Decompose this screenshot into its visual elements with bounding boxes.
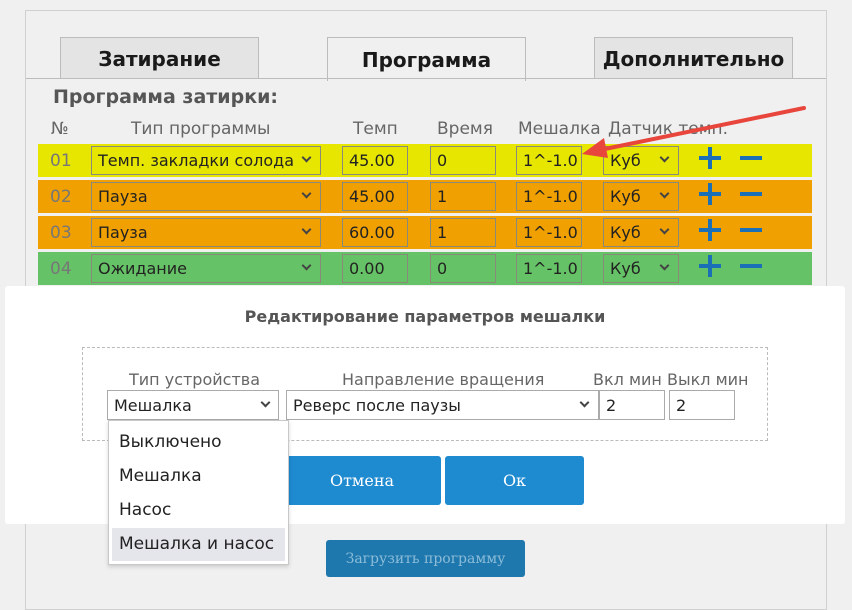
off-minutes-input[interactable]: 2: [669, 390, 735, 420]
row-number: 01: [50, 151, 72, 171]
tab-divider: [26, 78, 826, 79]
mixer-input[interactable]: 1^-1.0: [516, 146, 582, 175]
sensor-value: Куб: [610, 187, 641, 206]
plus-icon[interactable]: [699, 183, 721, 205]
chevron-down-icon: [659, 224, 670, 235]
option-pump[interactable]: Насос: [112, 494, 285, 527]
direction-value: Реверс после паузы: [293, 396, 461, 415]
temp-input[interactable]: 45.00: [342, 146, 408, 175]
time-input[interactable]: 0: [430, 254, 496, 283]
sensor-value: Куб: [610, 259, 641, 278]
header-temp: Темп: [353, 119, 398, 139]
chevron-down-icon: [301, 224, 312, 235]
on-minutes-label: Вкл мин: [593, 370, 662, 389]
tab-mashing[interactable]: Затирание: [60, 37, 259, 79]
red-arrow-annotation: [582, 106, 806, 158]
minus-icon[interactable]: [740, 219, 762, 241]
dialog-title: Редактирование параметров мешалки: [244, 307, 606, 326]
plus-icon[interactable]: [699, 219, 721, 241]
cancel-button[interactable]: Отмена: [283, 456, 441, 505]
sensor-select[interactable]: Куб: [603, 254, 679, 283]
sensor-select[interactable]: Куб: [603, 218, 679, 247]
time-input[interactable]: 0: [430, 146, 496, 175]
row-number: 04: [50, 259, 72, 279]
tab-additional[interactable]: Дополнительно: [594, 37, 793, 79]
program-type-value: Ожидание: [98, 259, 187, 278]
program-type-select[interactable]: Ожидание: [91, 254, 321, 283]
on-minutes-input[interactable]: 2: [599, 390, 665, 420]
program-type-value: Пауза: [98, 187, 148, 206]
option-mixer[interactable]: Мешалка: [112, 460, 285, 493]
option-mixer-and-pump[interactable]: Мешалка и насос: [112, 528, 285, 561]
device-type-value: Мешалка: [114, 396, 192, 415]
table-row: 02 Пауза 45.00 1 1^-1.0 Куб: [38, 180, 812, 213]
chevron-down-icon: [301, 260, 312, 271]
off-minutes-label: Выкл мин: [667, 370, 749, 389]
program-type-select[interactable]: Темп. закладки солода: [91, 146, 321, 175]
row-number: 03: [50, 223, 72, 243]
mixer-input[interactable]: 1^-1.0: [516, 218, 582, 247]
program-type-value: Темп. закладки солода: [98, 151, 295, 170]
minus-icon[interactable]: [740, 255, 762, 277]
program-type-select[interactable]: Пауза: [91, 182, 321, 211]
option-off[interactable]: Выключено: [112, 426, 285, 459]
chevron-down-icon: [579, 397, 590, 408]
tab-program[interactable]: Программа: [327, 37, 526, 81]
temp-input[interactable]: 45.00: [342, 182, 408, 211]
tab-bar: Затирание Программа Дополнительно: [26, 11, 826, 81]
device-type-label: Тип устройства: [129, 370, 260, 389]
table-row: 03 Пауза 60.00 1 1^-1.0 Куб: [38, 216, 812, 249]
time-input[interactable]: 1: [430, 182, 496, 211]
mixer-input[interactable]: 1^-1.0: [516, 254, 582, 283]
mixer-input[interactable]: 1^-1.0: [516, 182, 582, 211]
sensor-value: Куб: [610, 223, 641, 242]
chevron-down-icon: [301, 188, 312, 199]
section-title: Программа затирки:: [53, 86, 278, 108]
chevron-down-icon: [301, 152, 312, 163]
device-type-select[interactable]: Мешалка: [107, 390, 279, 420]
direction-label: Направление вращения: [342, 370, 545, 389]
program-type-select[interactable]: Пауза: [91, 218, 321, 247]
temp-input[interactable]: 0.00: [342, 254, 408, 283]
sensor-select[interactable]: Куб: [603, 182, 679, 211]
header-program-type: Тип программы: [131, 119, 271, 139]
time-input[interactable]: 1: [430, 218, 496, 247]
temp-input[interactable]: 60.00: [342, 218, 408, 247]
chevron-down-icon: [659, 260, 670, 271]
minus-icon[interactable]: [740, 183, 762, 205]
row-number: 02: [50, 187, 72, 207]
header-time: Время: [437, 119, 493, 139]
device-type-dropdown: Выключено Мешалка Насос Мешалка и насос: [108, 420, 289, 565]
table-row: 04 Ожидание 0.00 0 1^-1.0 Куб: [38, 252, 812, 285]
program-type-value: Пауза: [98, 223, 148, 242]
direction-select[interactable]: Реверс после паузы: [286, 390, 599, 420]
chevron-down-icon: [260, 397, 271, 408]
ok-button[interactable]: Ок: [445, 456, 584, 505]
load-program-button[interactable]: Загрузить программу: [326, 540, 525, 577]
plus-icon[interactable]: [699, 255, 721, 277]
chevron-down-icon: [659, 188, 670, 199]
header-num: №: [51, 119, 69, 139]
